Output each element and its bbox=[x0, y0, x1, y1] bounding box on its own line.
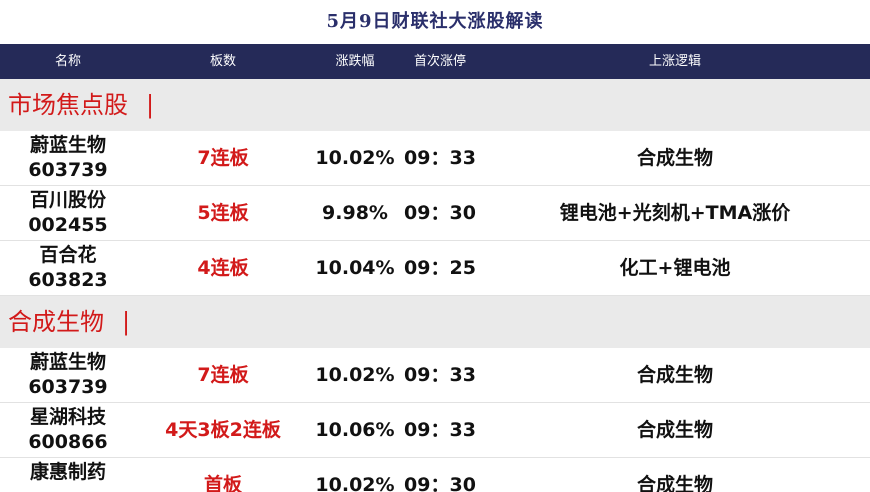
rise-logic: 合成生物 bbox=[636, 474, 713, 492]
board-count: 5连板 bbox=[197, 202, 249, 224]
section-title: 市场焦点股 bbox=[8, 91, 128, 119]
header-change: 涨跌幅 bbox=[335, 54, 375, 69]
rise-logic: 合成生物 bbox=[636, 147, 713, 169]
table-row[interactable]: 百川股份 002455 5连板 9.98% 09：30 锂电池+光刻机+TMA涨… bbox=[0, 186, 870, 241]
first-limit-time: 09：33 bbox=[404, 147, 476, 169]
change-percent: 10.04% bbox=[315, 257, 395, 279]
first-limit-time: 09：33 bbox=[404, 364, 476, 386]
change-percent: 10.02% bbox=[315, 364, 395, 386]
table-row[interactable]: 蔚蓝生物 603739 7连板 10.02% 09：33 合成生物 bbox=[0, 348, 870, 403]
rise-logic: 锂电池+光刻机+TMA涨价 bbox=[559, 202, 791, 224]
rise-logic: 合成生物 bbox=[636, 364, 713, 386]
page: 5月9日财联社大涨股解读 名称 板数 涨跌幅 首次涨停 上涨逻辑 市场焦点股 | … bbox=[0, 0, 870, 492]
stock-cell: 百合花 603823 bbox=[0, 243, 136, 293]
header-logic: 上涨逻辑 bbox=[648, 54, 701, 69]
table-row[interactable]: 星湖科技 600866 4天3板2连板 10.06% 09：33 合成生物 bbox=[0, 403, 870, 458]
section-divider: | bbox=[122, 308, 131, 336]
stock-cell: 星湖科技 600866 bbox=[0, 405, 136, 455]
stock-code: 603739 bbox=[28, 376, 108, 398]
stock-name: 蔚蓝生物 bbox=[29, 351, 106, 373]
stock-code: 002455 bbox=[28, 214, 108, 236]
stock-name: 康惠制药 bbox=[29, 461, 106, 483]
first-limit-time: 09：25 bbox=[404, 257, 476, 279]
stock-name: 蔚蓝生物 bbox=[29, 134, 106, 156]
stock-name: 星湖科技 bbox=[29, 406, 106, 428]
stock-cell: 蔚蓝生物 603739 bbox=[0, 133, 136, 183]
stock-code: 603823 bbox=[28, 269, 108, 291]
section-header-focus: 市场焦点股 | bbox=[0, 79, 870, 131]
stock-code: 600866 bbox=[28, 431, 108, 453]
header-first-limit: 首次涨停 bbox=[413, 54, 466, 69]
board-count: 7连板 bbox=[197, 147, 249, 169]
board-count: 4天3板2连板 bbox=[165, 419, 281, 441]
section-divider: | bbox=[146, 91, 155, 119]
stock-cell: 蔚蓝生物 603739 bbox=[0, 350, 136, 400]
stock-name: 百川股份 bbox=[29, 189, 106, 211]
page-title: 5月9日财联社大涨股解读 bbox=[326, 11, 544, 32]
change-percent: 10.02% bbox=[315, 474, 395, 492]
change-percent: 10.02% bbox=[315, 147, 395, 169]
stock-name: 百合花 bbox=[39, 244, 97, 266]
stock-code: 603739 bbox=[28, 159, 108, 181]
section-header-synthetic-biology: 合成生物 | bbox=[0, 296, 870, 348]
first-limit-time: 09：30 bbox=[404, 202, 476, 224]
table-row[interactable]: 百合花 603823 4连板 10.04% 09：25 化工+锂电池 bbox=[0, 241, 870, 296]
rise-logic: 化工+锂电池 bbox=[619, 257, 731, 279]
first-limit-time: 09：30 bbox=[404, 474, 476, 492]
table-header: 名称 板数 涨跌幅 首次涨停 上涨逻辑 bbox=[0, 44, 870, 79]
table-row[interactable]: 蔚蓝生物 603739 7连板 10.02% 09：33 合成生物 bbox=[0, 131, 870, 186]
header-name: 名称 bbox=[54, 54, 81, 69]
table-row[interactable]: 康惠制药 首板 10.02% 09：30 合成生物 bbox=[0, 458, 870, 492]
stock-cell: 康惠制药 bbox=[0, 460, 136, 485]
section-title: 合成生物 bbox=[8, 308, 104, 336]
board-count: 首板 bbox=[203, 474, 242, 492]
first-limit-time: 09：33 bbox=[404, 419, 476, 441]
rise-logic: 合成生物 bbox=[636, 419, 713, 441]
change-percent: 9.98% bbox=[322, 202, 388, 224]
change-percent: 10.06% bbox=[315, 419, 395, 441]
header-boards: 板数 bbox=[209, 54, 236, 69]
board-count: 7连板 bbox=[197, 364, 249, 386]
board-count: 4连板 bbox=[197, 257, 249, 279]
stock-cell: 百川股份 002455 bbox=[0, 188, 136, 238]
